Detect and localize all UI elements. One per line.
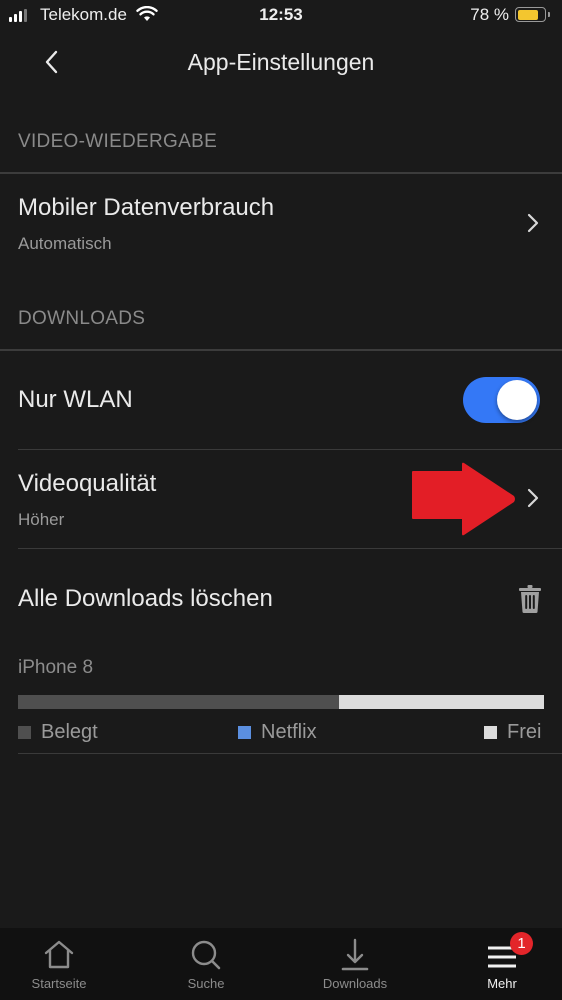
tab-label: Startseite (31, 976, 87, 991)
battery-level (517, 9, 538, 20)
section-header-video: VIDEO-WIEDERGABE (18, 131, 218, 152)
tab-downloads[interactable]: Downloads (285, 928, 425, 1000)
notification-badge: 1 (510, 932, 533, 955)
battery-tip (548, 12, 550, 17)
row-title: Videoqualität (18, 470, 157, 497)
tab-label: Suche (187, 976, 225, 991)
storage-used-segment (18, 695, 339, 709)
row-subtitle: Höher (18, 510, 65, 529)
tab-label: Downloads (322, 976, 388, 991)
storage-bar (18, 695, 544, 709)
tab-bar: Startseite Suche Downloads Mehr (0, 928, 562, 1000)
page-title: App-Einstellungen (187, 49, 375, 75)
toggle-knob (497, 380, 537, 420)
mobile-data-usage-row[interactable]: Mobiler Datenverbrauch Automatisch (0, 174, 562, 274)
device-name: iPhone 8 (18, 657, 94, 678)
legend-label: Belegt (41, 721, 98, 743)
chevron-right-icon (527, 213, 539, 233)
delete-all-downloads-row[interactable]: Alle Downloads löschen (0, 549, 562, 649)
divider (18, 753, 562, 754)
battery-icon (515, 7, 546, 22)
legend-swatch (484, 726, 497, 739)
search-icon (191, 940, 221, 970)
download-icon (341, 938, 369, 971)
battery-percent: 78 % (470, 5, 509, 24)
section-header-downloads: DOWNLOADS (18, 308, 146, 329)
legend-label: Frei (507, 721, 542, 743)
home-icon (44, 940, 74, 969)
tab-label: Mehr (487, 976, 517, 991)
wifi-only-toggle[interactable] (463, 377, 540, 423)
video-quality-row[interactable]: Videoqualität Höher (0, 450, 562, 548)
row-title: Alle Downloads löschen (18, 585, 273, 612)
tab-home[interactable]: Startseite (0, 928, 129, 1000)
row-title: Nur WLAN (18, 386, 133, 413)
legend-label: Netflix (261, 721, 317, 743)
legend-swatch (238, 726, 251, 739)
legend-free: Frei (484, 721, 541, 744)
legend-swatch (18, 726, 31, 739)
chevron-right-icon (527, 488, 539, 508)
tab-search[interactable]: Suche (136, 928, 276, 1000)
legend-netflix: Netflix (238, 721, 317, 744)
navigation-bar: App-Einstellungen (0, 34, 562, 94)
trash-icon[interactable] (518, 584, 542, 614)
row-title: Mobiler Datenverbrauch (18, 194, 275, 221)
tab-more[interactable]: Mehr (432, 928, 562, 1000)
status-bar: Telekom.de 12:53 78 % (0, 0, 562, 34)
legend-used: Belegt (18, 721, 98, 744)
row-subtitle: Automatisch (18, 234, 112, 253)
